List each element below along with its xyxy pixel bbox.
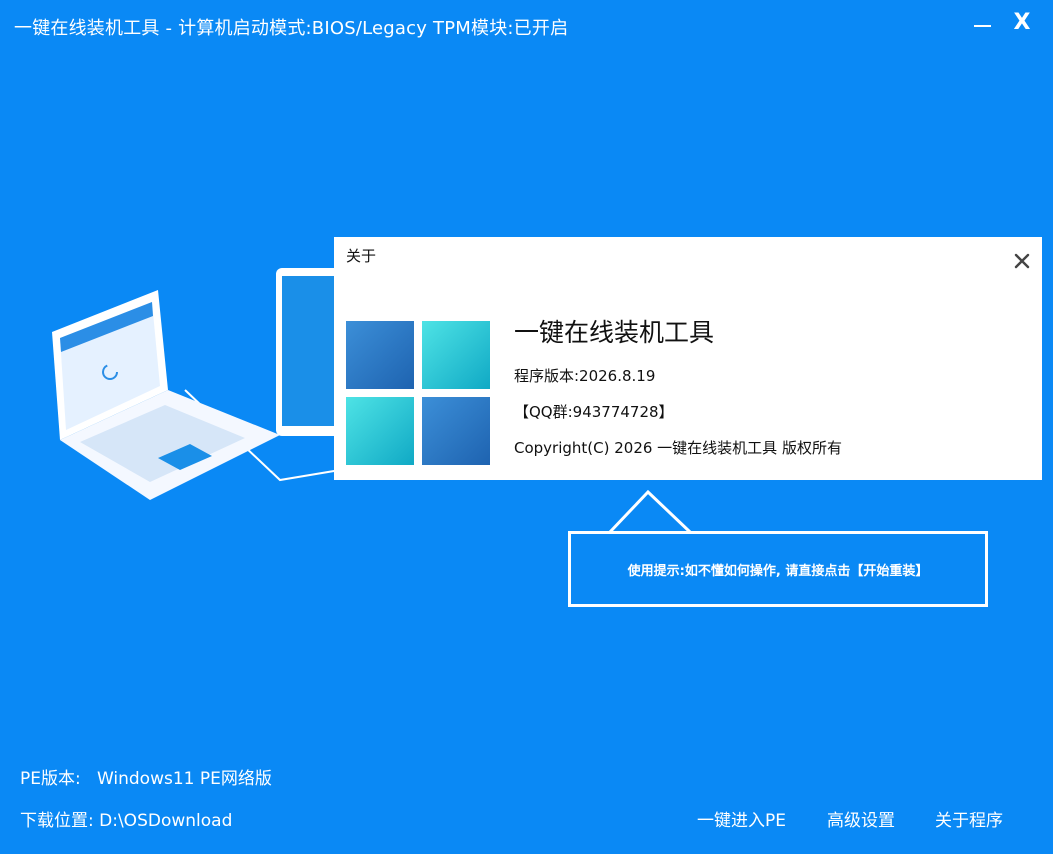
about-dialog: 关于 一键在线装机工具 程序版本:2026.8.19 【QQ群:94377472… [334, 237, 1042, 480]
pe-version-value: Windows11 PE网络版 [96, 769, 272, 789]
minimize-icon[interactable] [972, 12, 994, 34]
download-location-label: 下载位置: [20, 811, 94, 831]
pe-version-label: PE版本: [20, 769, 81, 789]
enter-pe-link[interactable]: 一键进入PE [697, 806, 786, 831]
usage-tip-box: 使用提示:如不懂如何操作, 请直接点击【开始重装】 [568, 531, 988, 607]
dialog-title: 关于 [346, 247, 377, 265]
window-title: 一键在线装机工具 - 计算机启动模式:BIOS/Legacy TPM模块:已开启 [14, 18, 569, 39]
about-program-link[interactable]: 关于程序 [935, 806, 1003, 831]
download-location-value: D:\OSDownload [99, 811, 233, 831]
pe-version: PE版本: Windows11 PE网络版 [20, 764, 272, 789]
usage-tip-text: 使用提示:如不懂如何操作, 请直接点击【开始重装】 [627, 564, 929, 579]
computer-illustration [52, 268, 360, 500]
close-icon[interactable] [1012, 251, 1032, 271]
qq-group-text: 【QQ群:943774728】 [514, 403, 674, 421]
logo-tile [422, 397, 490, 465]
windows-logo-icon [346, 321, 490, 465]
copyright-text: Copyright(C) 2026 一键在线装机工具 版权所有 [514, 439, 842, 457]
tip-pointer-icon [608, 489, 692, 534]
close-window-button[interactable]: X [1008, 6, 1036, 40]
logo-tile [346, 397, 414, 465]
download-location: 下载位置: D:\OSDownload [20, 806, 232, 831]
logo-tile [422, 321, 490, 389]
advanced-settings-link[interactable]: 高级设置 [827, 806, 895, 831]
app-name: 一键在线装机工具 [514, 318, 715, 347]
logo-tile [346, 321, 414, 389]
version-text: 程序版本:2026.8.19 [514, 367, 656, 385]
